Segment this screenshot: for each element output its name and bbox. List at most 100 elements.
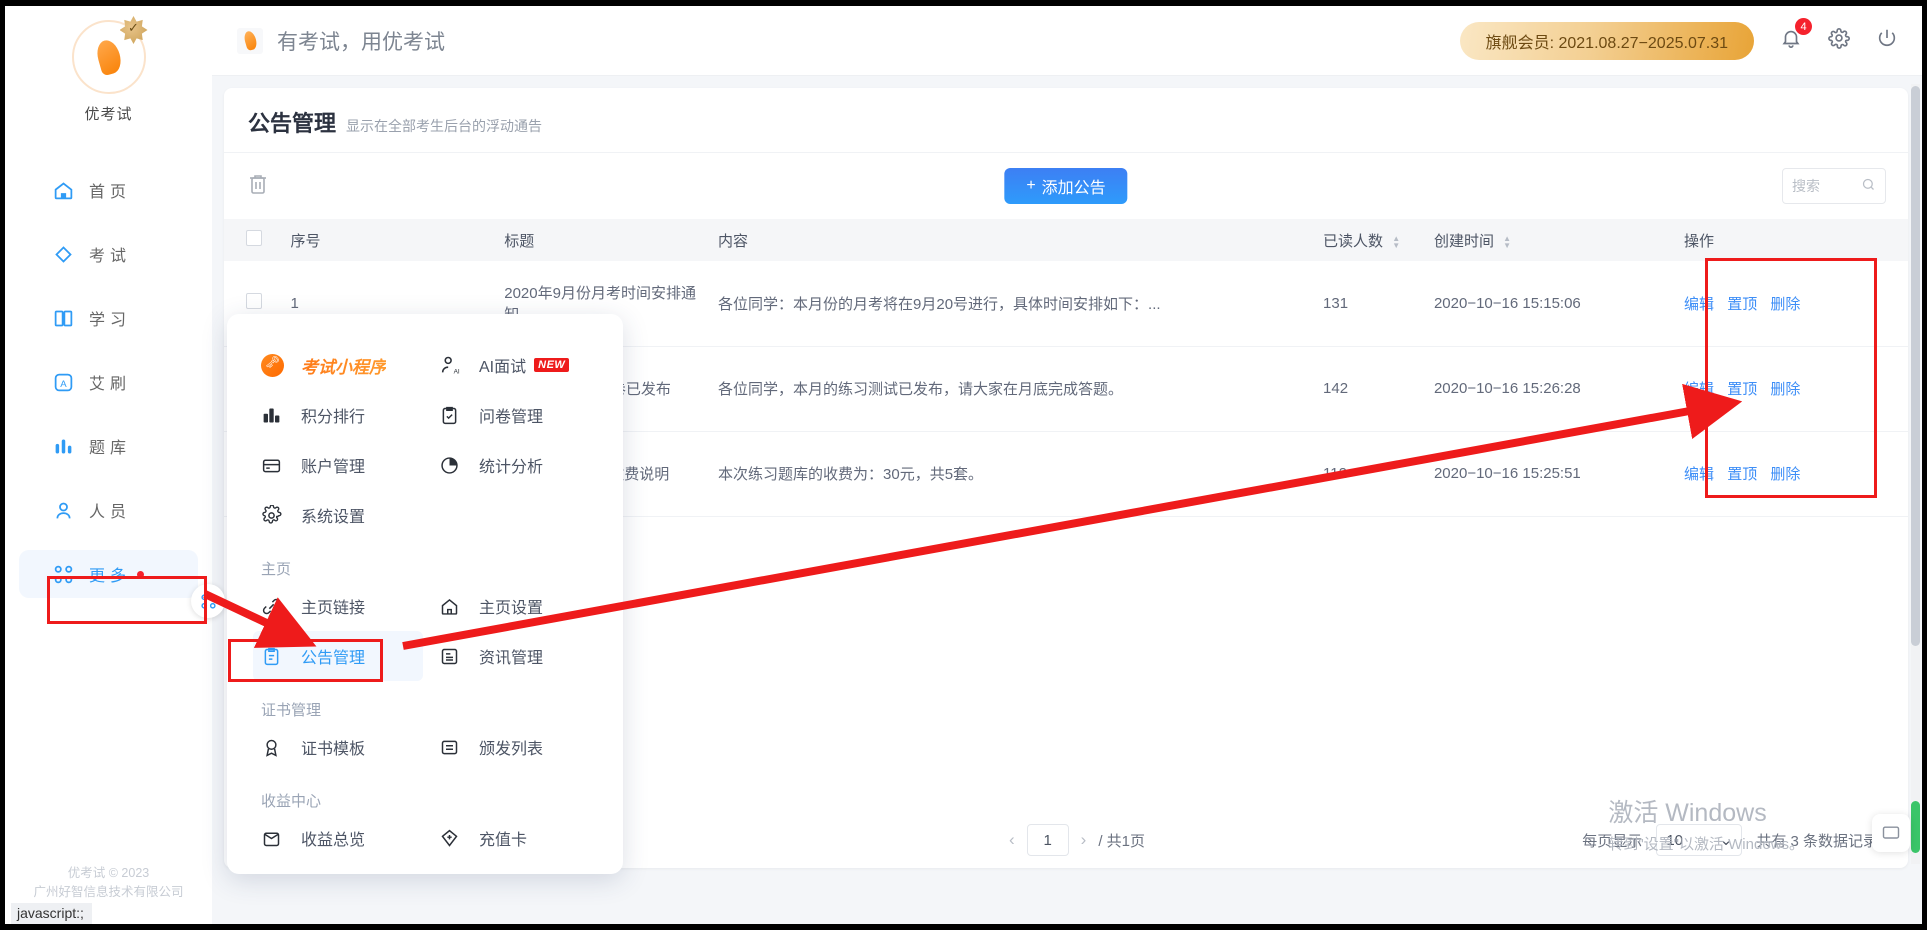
pie-chart-icon [439, 455, 467, 476]
prev-page-button[interactable]: ‹ [1009, 830, 1015, 850]
menu-item-recharge-card[interactable]: 充值卡 [431, 813, 601, 863]
home-icon [53, 180, 79, 201]
menu-item-label: 公告管理 [301, 650, 366, 667]
sidebar-item-question-bank[interactable]: 题库 [19, 422, 198, 470]
menu-group-title-revenue: 收益中心 [261, 793, 322, 810]
plus-icon: + [1026, 177, 1036, 194]
menu-item-system-settings[interactable]: 系统设置 [253, 490, 423, 540]
cell-created-at: 2020−10−16 15:26:28 [1425, 346, 1677, 432]
cell-content: 本次练习题库的收费为：30元，共5套。 [710, 431, 1316, 517]
watermark-line2: 转到"设置"以激活 Windows。 [1608, 836, 1804, 853]
brand-logo-icon [71, 16, 148, 94]
sidebar-item-label: 题库 [89, 440, 132, 457]
pin-link[interactable]: 置顶 [1727, 296, 1757, 313]
menu-item-mini-program[interactable]: 考试小程序 [253, 340, 423, 390]
current-page-input[interactable]: 1 [1026, 824, 1069, 856]
menu-group-title-homepage: 主页 [261, 561, 292, 578]
list-doc-icon [439, 737, 467, 758]
user-icon [53, 500, 79, 521]
search-input[interactable]: 搜索 [1782, 168, 1886, 204]
cell-operations: 编辑 置顶 删除 [1676, 261, 1908, 347]
row-checkbox[interactable] [246, 293, 262, 310]
sidebar-item-home[interactable]: 首页 [19, 166, 198, 214]
menu-item-questionnaire[interactable]: 问卷管理 [431, 390, 601, 440]
menu-item-label: 主页设置 [479, 600, 544, 617]
cell-created-at: 2020−10−16 15:25:51 [1425, 431, 1677, 517]
menu-item-issue-list[interactable]: 颁发列表 [431, 722, 601, 772]
menu-item-label: 资讯管理 [479, 650, 544, 667]
mega-top-grid: 考试小程序 AI AI面试 NEW 积分排行 问卷管理 [227, 340, 623, 540]
delete-link[interactable]: 删除 [1770, 381, 1800, 398]
scrollbar-thumb[interactable] [1911, 86, 1920, 646]
menu-item-label: 考试小程序 [301, 353, 386, 378]
menu-item-announcement-management[interactable]: 公告管理 [253, 631, 423, 681]
column-created-at[interactable]: 创建时间 ▲ ▼ [1425, 219, 1677, 261]
topbar-logo-icon [237, 27, 263, 54]
trash-icon[interactable] [246, 172, 270, 201]
add-announcement-button[interactable]: + 添加公告 [1004, 168, 1128, 204]
brand-name: 优考试 [84, 106, 133, 123]
cell-read-count: 131 [1315, 261, 1426, 347]
cell-operations: 编辑 置顶 删除 [1676, 346, 1908, 432]
topbar-actions: 旗舰会员: 2021.08.27−2025.07.31 4 [1459, 18, 1922, 60]
menu-item-account[interactable]: 账户管理 [253, 440, 423, 490]
more-dropdown-menu: 考试小程序 AI AI面试 NEW 积分排行 问卷管理 [227, 314, 623, 874]
edit-link[interactable]: 编辑 [1684, 466, 1714, 483]
cell-created-at: 2020−10−16 15:15:06 [1425, 261, 1677, 347]
menu-item-ai-interview[interactable]: AI AI面试 NEW [431, 340, 601, 390]
cell-content: 各位同学，本月的练习测试已发布，请大家在月底完成答题。 [710, 346, 1316, 432]
column-read-count-label: 已读人数 [1323, 232, 1384, 250]
sort-icon[interactable]: ▲ ▼ [1503, 234, 1511, 249]
copyright-line1: 优考试 © 2023 [67, 866, 150, 880]
menu-item-news-management[interactable]: 资讯管理 [431, 631, 601, 681]
menu-item-homepage-link[interactable]: 主页链接 [253, 581, 423, 631]
svg-text:A: A [60, 378, 67, 389]
sort-icon[interactable]: ▲ ▼ [1392, 234, 1400, 249]
menu-item-label: 问卷管理 [479, 409, 544, 426]
delete-link[interactable]: 删除 [1770, 466, 1800, 483]
column-read-count[interactable]: 已读人数 ▲ ▼ [1315, 219, 1426, 261]
sidebar-collapse-toggle[interactable] [191, 584, 225, 618]
vip-membership-badge[interactable]: 旗舰会员: 2021.08.27−2025.07.31 [1459, 21, 1754, 60]
delete-link[interactable]: 删除 [1770, 296, 1800, 313]
menu-item-label: 积分排行 [301, 409, 366, 426]
bell-icon[interactable]: 4 [1780, 18, 1812, 54]
menu-item-statistics[interactable]: 统计分析 [431, 440, 601, 490]
next-page-button[interactable]: › [1081, 830, 1087, 850]
card-header: 公告管理 显示在全部考生后台的浮动通告 [224, 88, 1908, 153]
sidebar-item-label: 考试 [89, 248, 132, 265]
sidebar-item-aishua[interactable]: A 艾刷 [19, 358, 198, 406]
menu-item-label: 账户管理 [301, 459, 366, 476]
sidebar-item-exam[interactable]: 考试 [19, 230, 198, 278]
sidebar-item-more[interactable]: 更多 [19, 550, 198, 598]
menu-item-revenue-overview[interactable]: 收益总览 [253, 813, 423, 863]
select-all-checkbox[interactable] [246, 230, 262, 246]
sidebar-item-study[interactable]: 学习 [19, 294, 198, 342]
cell-operations: 编辑 置顶 删除 [1676, 431, 1908, 517]
menu-item-label: 统计分析 [479, 459, 544, 476]
menu-item-label: 主页链接 [301, 600, 366, 617]
watermark-line1: 激活 Windows [1608, 799, 1767, 827]
announcement-icon [261, 646, 289, 667]
power-icon[interactable] [1876, 27, 1898, 54]
topbar-title: 有考试，用优考试 [277, 30, 445, 54]
menu-item-points-ranking[interactable]: 积分排行 [253, 390, 423, 440]
menu-item-label: 收益总览 [301, 832, 366, 849]
svg-text:AI: AI [454, 368, 460, 375]
chat-support-button[interactable] [1872, 814, 1910, 852]
ai-person-icon: AI [439, 354, 467, 376]
mini-program-icon [261, 353, 289, 377]
edit-link[interactable]: 编辑 [1684, 381, 1714, 398]
menu-item-homepage-settings[interactable]: 主页设置 [431, 581, 601, 631]
news-icon [439, 646, 467, 667]
gear-icon[interactable] [1828, 27, 1850, 54]
menu-item-certificate-template[interactable]: 证书模板 [253, 722, 423, 772]
column-index: 序号 [282, 219, 497, 261]
mega-group-homepage: 主页链接 主页设置 公告管理 资讯管理 [227, 581, 623, 681]
pin-link[interactable]: 置顶 [1727, 381, 1757, 398]
sidebar-item-personnel[interactable]: 人员 [19, 486, 198, 534]
bars-icon [53, 436, 79, 457]
edit-link[interactable]: 编辑 [1684, 296, 1714, 313]
sidebar-item-label: 人员 [89, 504, 132, 521]
pin-link[interactable]: 置顶 [1727, 466, 1757, 483]
